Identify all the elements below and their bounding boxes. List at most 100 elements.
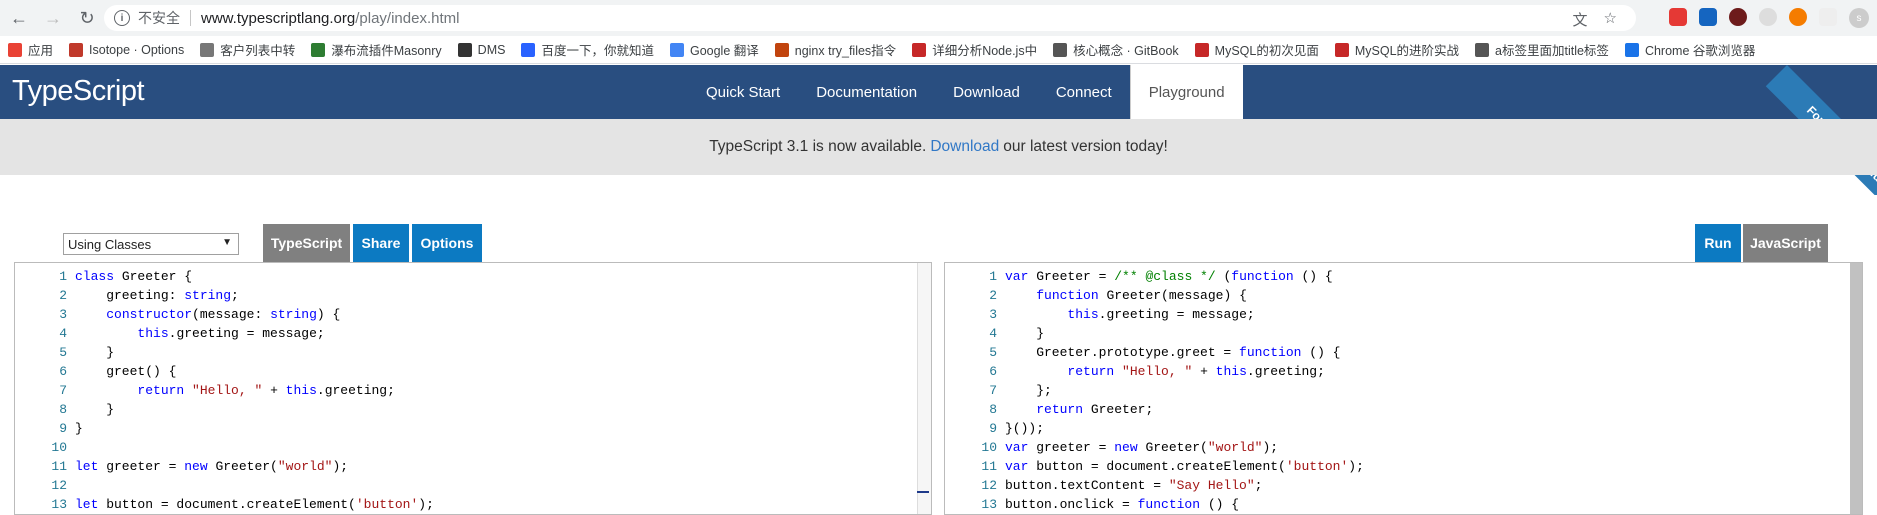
announcement-text-end: our latest version today! — [1003, 138, 1168, 155]
extension-blue-icon[interactable] — [1699, 8, 1717, 26]
code-line[interactable]: 13 let button = document.createElement('b… — [15, 495, 434, 514]
nav-documentation[interactable]: Documentation — [798, 65, 935, 119]
javascript-tab-button[interactable]: JavaScript — [1743, 224, 1828, 262]
extension-k-icon[interactable] — [1729, 8, 1747, 26]
bookmark-favicon-icon — [457, 42, 472, 57]
code-line[interactable]: 9}()); — [945, 419, 1044, 438]
bookmark-item[interactable]: MySQL的初次见面 — [1194, 40, 1319, 59]
typescript-logo[interactable]: TypeScript — [12, 75, 145, 108]
line-number: 12 — [981, 478, 997, 493]
bookmark-item[interactable]: DMS — [457, 42, 505, 57]
line-number: 11 — [981, 459, 997, 474]
options-button[interactable]: Options — [412, 224, 482, 262]
code-text: greeting: string; — [75, 288, 239, 303]
code-line[interactable]: 1 var Greeter = /** @class */ (function (… — [945, 267, 1333, 286]
reload-icon[interactable]: ↻ — [72, 3, 102, 33]
info-icon[interactable]: i — [114, 10, 130, 26]
translate-icon[interactable]: 文 — [1573, 9, 1588, 30]
editor-scrollbar[interactable] — [1850, 263, 1862, 514]
announcement-download-link[interactable]: Download — [930, 138, 999, 156]
code-text: class Greeter { — [75, 269, 193, 284]
code-line[interactable]: 13 button.onclick = function () { — [945, 495, 1239, 514]
star-icon[interactable]: ☆ — [1604, 9, 1617, 30]
extension-orange-icon[interactable] — [1789, 8, 1807, 26]
bookmark-item[interactable]: nginx try_files指令 — [774, 40, 896, 59]
code-line[interactable]: 12 — [15, 476, 75, 495]
bookmarks-bar: 应用 Isotope · Options 客户列表中转 瀑布流插件Masonry DMS… — [0, 36, 1877, 64]
code-line[interactable]: 4 this.greeting = message; — [15, 324, 324, 343]
typescript-tab-button[interactable]: TypeScript — [263, 224, 350, 262]
bookmark-item[interactable]: Chrome 谷歌浏览器 — [1624, 40, 1756, 59]
bookmark-label: 瀑布流插件Masonry — [331, 44, 442, 58]
bookmark-item[interactable]: 客户列表中转 — [200, 40, 295, 59]
extension-red-icon[interactable] — [1669, 8, 1687, 26]
code-line[interactable]: 10 var greeter = new Greeter("world"); — [945, 438, 1278, 457]
insecure-label: 不安全 — [138, 10, 180, 26]
bookmark-favicon-icon — [1475, 42, 1490, 57]
nav-download[interactable]: Download — [935, 65, 1038, 119]
code-text: return Greeter; — [1036, 402, 1154, 417]
share-button[interactable]: Share — [353, 224, 409, 262]
example-select[interactable]: Using Classes ▼ — [63, 233, 239, 255]
run-button[interactable]: Run — [1695, 224, 1741, 262]
code-line[interactable]: 6 return "Hello, " + this.greeting; — [945, 362, 1325, 381]
bookmark-item[interactable]: 百度一下，你就知道 — [521, 40, 654, 59]
bookmark-item[interactable]: 详细分析Node.js中 — [912, 40, 1037, 59]
line-number: 5 — [59, 345, 67, 360]
code-line[interactable]: 2 function Greeter(message) { — [945, 286, 1247, 305]
code-line[interactable]: 7 return "Hello, " + this.greeting; — [15, 381, 395, 400]
extension-gray-icon[interactable] — [1759, 8, 1777, 26]
javascript-output-editor[interactable]: 1 var Greeter = /** @class */ (function (… — [944, 262, 1863, 515]
nav-playground[interactable]: Playground — [1129, 65, 1243, 119]
line-number: 6 — [989, 364, 997, 379]
bookmark-item[interactable]: 核心概念 · GitBook — [1053, 40, 1179, 59]
bookmark-label: Chrome 谷歌浏览器 — [1644, 44, 1756, 58]
code-line[interactable]: 4 } — [945, 324, 1044, 343]
code-line[interactable]: 8 return Greeter; — [945, 400, 1153, 419]
bookmark-item[interactable]: a标签里面加title标签 — [1475, 40, 1609, 59]
code-line[interactable]: 3 constructor(message: string) { — [15, 305, 340, 324]
code-line[interactable]: 6 greet() { — [15, 362, 176, 381]
code-line[interactable]: 2 greeting: string; — [15, 286, 239, 305]
nav-connect[interactable]: Connect — [1038, 65, 1130, 119]
code-line[interactable]: 12 button.textContent = "Say Hello"; — [945, 476, 1262, 495]
nav-quick-start[interactable]: Quick Start — [688, 65, 798, 119]
line-number: 13 — [981, 497, 997, 512]
address-bar[interactable]: i 不安全 www.typescriptlang.org/play/index.… — [104, 5, 1636, 31]
typescript-editor[interactable]: 1 class Greeter {2 greeting: string; 3 con… — [14, 262, 932, 515]
code-line[interactable]: 9} — [15, 419, 83, 438]
bookmark-label: 详细分析Node.js中 — [932, 44, 1038, 58]
bookmark-item[interactable]: 瀑布流插件Masonry — [311, 40, 442, 59]
code-text: var greeter = new Greeter("world"); — [1005, 440, 1279, 455]
code-text: }; — [1005, 383, 1052, 398]
line-number: 13 — [51, 497, 67, 512]
code-line[interactable]: 5 Greeter.prototype.greet = function () … — [945, 343, 1340, 362]
extension-light-icon[interactable] — [1819, 8, 1837, 26]
bookmark-label: 客户列表中转 — [220, 44, 296, 58]
code-line[interactable]: 8 } — [15, 400, 114, 419]
omnibox-divider — [190, 10, 191, 26]
bookmark-item[interactable]: Google 翻译 — [669, 40, 759, 59]
code-text: button.onclick = function () { — [1005, 497, 1240, 512]
forward-icon[interactable]: → — [38, 3, 68, 33]
editor-scrollbar[interactable] — [917, 263, 931, 514]
overview-ruler-mark — [917, 491, 929, 493]
code-line[interactable]: 1 class Greeter { — [15, 267, 192, 286]
back-icon[interactable]: ← — [4, 3, 34, 33]
code-line[interactable]: 3 this.greeting = message; — [945, 305, 1254, 324]
line-number: 3 — [989, 307, 997, 322]
code-line[interactable]: 7 }; — [945, 381, 1052, 400]
code-line[interactable]: 5 } — [15, 343, 114, 362]
profile-avatar[interactable]: s — [1849, 8, 1869, 28]
bookmark-item[interactable]: Isotope · Options — [69, 42, 184, 57]
code-text: button.textContent = "Say Hello"; — [1005, 478, 1263, 493]
code-line[interactable]: 11 let greeter = new Greeter("world"); — [15, 457, 348, 476]
bookmark-label: 应用 — [28, 44, 54, 58]
bookmark-favicon-icon — [1334, 42, 1349, 57]
bookmark-item[interactable]: 应用 — [8, 40, 53, 59]
bookmark-item[interactable]: MySQL的进阶实战 — [1334, 40, 1459, 59]
announcement-text: TypeScript 3.1 is now available. — [709, 138, 927, 155]
code-line[interactable]: 10 — [15, 438, 75, 457]
url-host: www.typescriptlang.org — [201, 9, 356, 27]
code-line[interactable]: 11 var button = document.createElement('b… — [945, 457, 1364, 476]
